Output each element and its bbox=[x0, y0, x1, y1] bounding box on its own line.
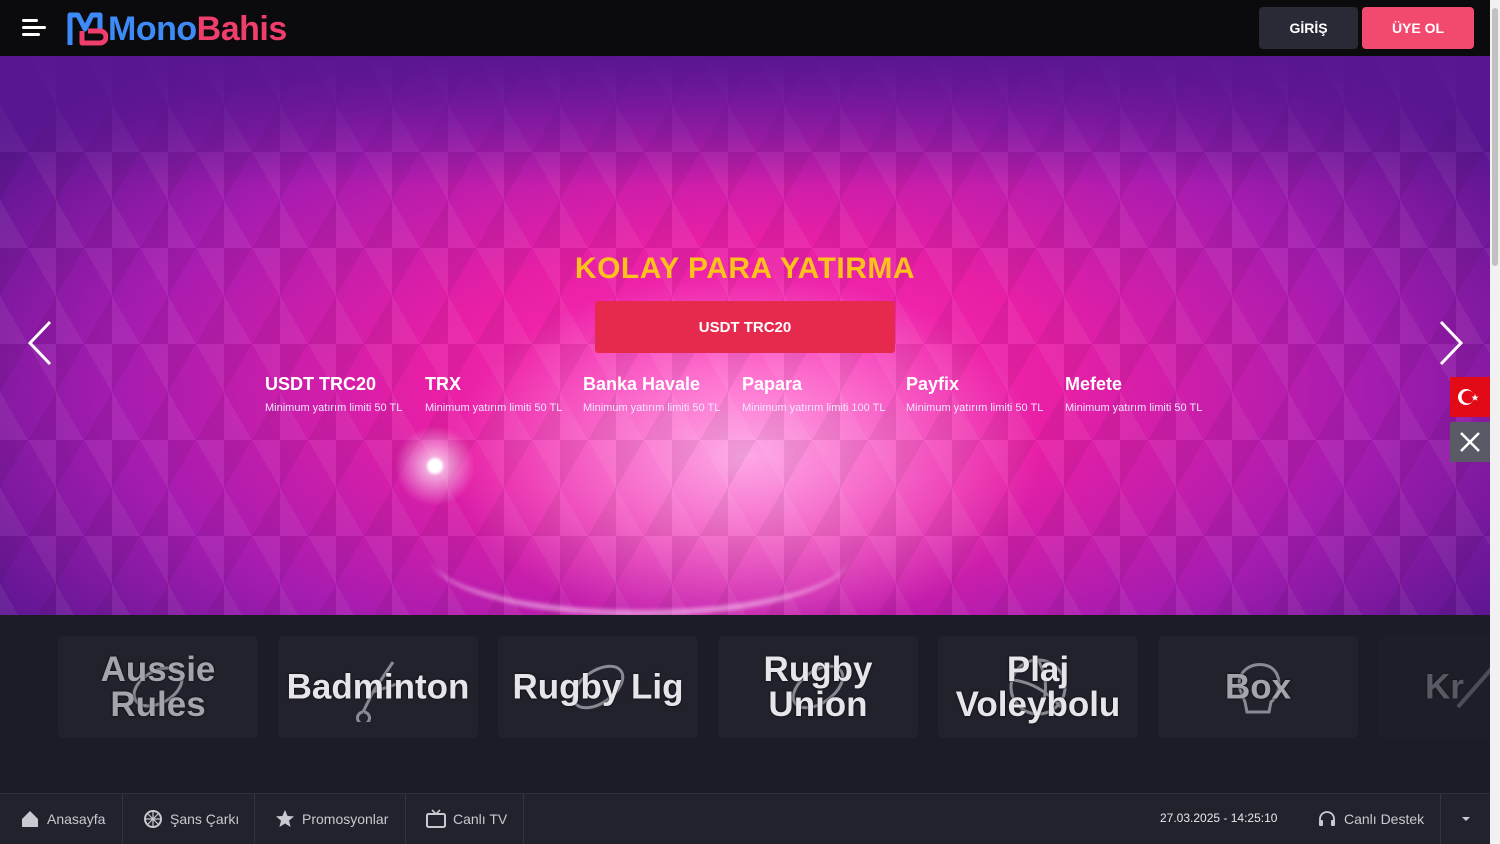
live-support-button[interactable]: Canlı Destek bbox=[1318, 794, 1424, 844]
method-limit: Minimum yatırım limiti 50 TL bbox=[906, 402, 1044, 414]
nav-home[interactable]: Anasayfa bbox=[0, 794, 123, 844]
nav-home-label: Anasayfa bbox=[47, 811, 106, 827]
method-name: USDT TRC20 bbox=[265, 374, 377, 394]
current-datetime: 27.03.2025 - 14:25:10 bbox=[1160, 811, 1278, 825]
sport-card-box[interactable]: Box bbox=[1158, 636, 1358, 738]
method-limit: Minimum yatırım limiti 50 TL bbox=[265, 402, 403, 414]
sparkle-decoration bbox=[395, 426, 475, 506]
deposit-method-bank[interactable]: Banka Havale Minimum yatırım limiti 50 T… bbox=[583, 374, 720, 414]
method-name: Payfix bbox=[906, 374, 960, 394]
method-limit: Minimum yatırım limiti 50 TL bbox=[1065, 402, 1203, 414]
nav-wheel-label: Şans Çarkı bbox=[170, 811, 240, 827]
headset-icon bbox=[1319, 811, 1335, 826]
deposit-method-trx[interactable]: TRX Minimum yatırım limiti 50 TL bbox=[425, 374, 562, 414]
logo-mark-icon bbox=[67, 12, 108, 46]
deposit-method-usdt[interactable]: USDT TRC20 Minimum yatırım limiti 50 TL bbox=[265, 374, 402, 414]
nav-promotions-label: Promosyonlar bbox=[302, 811, 389, 827]
expand-menu-button[interactable] bbox=[1440, 794, 1490, 844]
sport-label: Rugby Lig bbox=[512, 667, 684, 707]
nav-wheel[interactable]: Şans Çarkı bbox=[123, 794, 255, 844]
method-limit: Minimum yatırım limiti 50 TL bbox=[583, 402, 721, 414]
close-icon[interactable] bbox=[1450, 422, 1490, 462]
tv-icon bbox=[426, 809, 446, 828]
chevron-left-icon[interactable] bbox=[24, 318, 58, 368]
live-support-label: Canlı Destek bbox=[1344, 811, 1425, 827]
nav-live-tv[interactable]: Canlı TV bbox=[406, 794, 524, 844]
method-name: Papara bbox=[742, 374, 803, 394]
bottom-navigation: Anasayfa Şans Çarkı Promosyonlar Canlı T… bbox=[0, 793, 1490, 844]
deposit-method-papara[interactable]: Papara Minimum yatırım limiti 100 TL bbox=[742, 374, 885, 414]
sports-carousel: Aussie Rules Badminton Rugby Lig Rugby U… bbox=[0, 615, 1490, 793]
page-scrollbar[interactable] bbox=[1490, 0, 1500, 844]
sport-card-beach-volleyball[interactable]: Plaj Voleybolu bbox=[938, 636, 1138, 738]
deposit-method-payfix[interactable]: Payfix Minimum yatırım limiti 50 TL bbox=[906, 374, 1043, 414]
method-limit: Minimum yatırım limiti 100 TL bbox=[742, 402, 886, 414]
sport-card-rugby-union[interactable]: Rugby Union bbox=[718, 636, 918, 738]
crescent-star-icon bbox=[1458, 389, 1479, 405]
sport-label: Badminton bbox=[286, 667, 470, 707]
fortune-wheel-icon bbox=[144, 810, 162, 828]
menu-icon[interactable] bbox=[20, 17, 48, 39]
scrollbar-thumb[interactable] bbox=[1492, 8, 1498, 266]
deposit-method-button[interactable]: USDT TRC20 bbox=[595, 301, 895, 353]
nav-live-tv-label: Canlı TV bbox=[453, 811, 508, 827]
sport-card-rugby-league[interactable]: Rugby Lig bbox=[498, 636, 698, 738]
method-name: Mefete bbox=[1065, 374, 1123, 394]
sport-label: Box bbox=[1224, 667, 1292, 707]
site-logo[interactable]: MonoBahis bbox=[66, 8, 287, 50]
sport-label: Kr bbox=[1425, 667, 1464, 707]
sport-label: Rugby Union bbox=[763, 650, 873, 724]
sport-label: Plaj Voleybolu bbox=[955, 650, 1121, 724]
nav-promotions[interactable]: Promosyonlar bbox=[255, 794, 406, 844]
sport-card-partial[interactable]: Kr bbox=[1378, 636, 1490, 738]
logo-text: MonoBahis bbox=[108, 10, 287, 48]
turkish-flag-icon[interactable] bbox=[1450, 377, 1490, 417]
method-name: Banka Havale bbox=[583, 374, 701, 394]
promo-banner: KOLAY PARA YATIRMA USDT TRC20 USDT TRC20… bbox=[0, 56, 1490, 615]
star-icon bbox=[276, 810, 294, 827]
deposit-method-mefete[interactable]: Mefete Minimum yatırım limiti 50 TL bbox=[1065, 374, 1202, 414]
register-button[interactable]: ÜYE OL bbox=[1362, 7, 1474, 49]
banner-title: KOLAY PARA YATIRMA bbox=[574, 252, 916, 285]
login-button[interactable]: GİRİŞ bbox=[1259, 7, 1358, 49]
chevron-right-icon[interactable] bbox=[1433, 318, 1467, 368]
caret-down-icon bbox=[1461, 817, 1470, 821]
sport-label: Aussie Rules bbox=[100, 650, 216, 724]
method-name: TRX bbox=[425, 374, 461, 394]
sparkle-trail-decoration bbox=[430, 496, 850, 615]
home-icon bbox=[22, 811, 38, 827]
top-header: MonoBahis GİRİŞ ÜYE OL bbox=[0, 0, 1490, 56]
x-mark-icon bbox=[1460, 432, 1480, 452]
sport-card-badminton[interactable]: Badminton bbox=[278, 636, 478, 738]
method-limit: Minimum yatırım limiti 50 TL bbox=[425, 402, 563, 414]
sport-card-aussie-rules[interactable]: Aussie Rules bbox=[58, 636, 258, 738]
